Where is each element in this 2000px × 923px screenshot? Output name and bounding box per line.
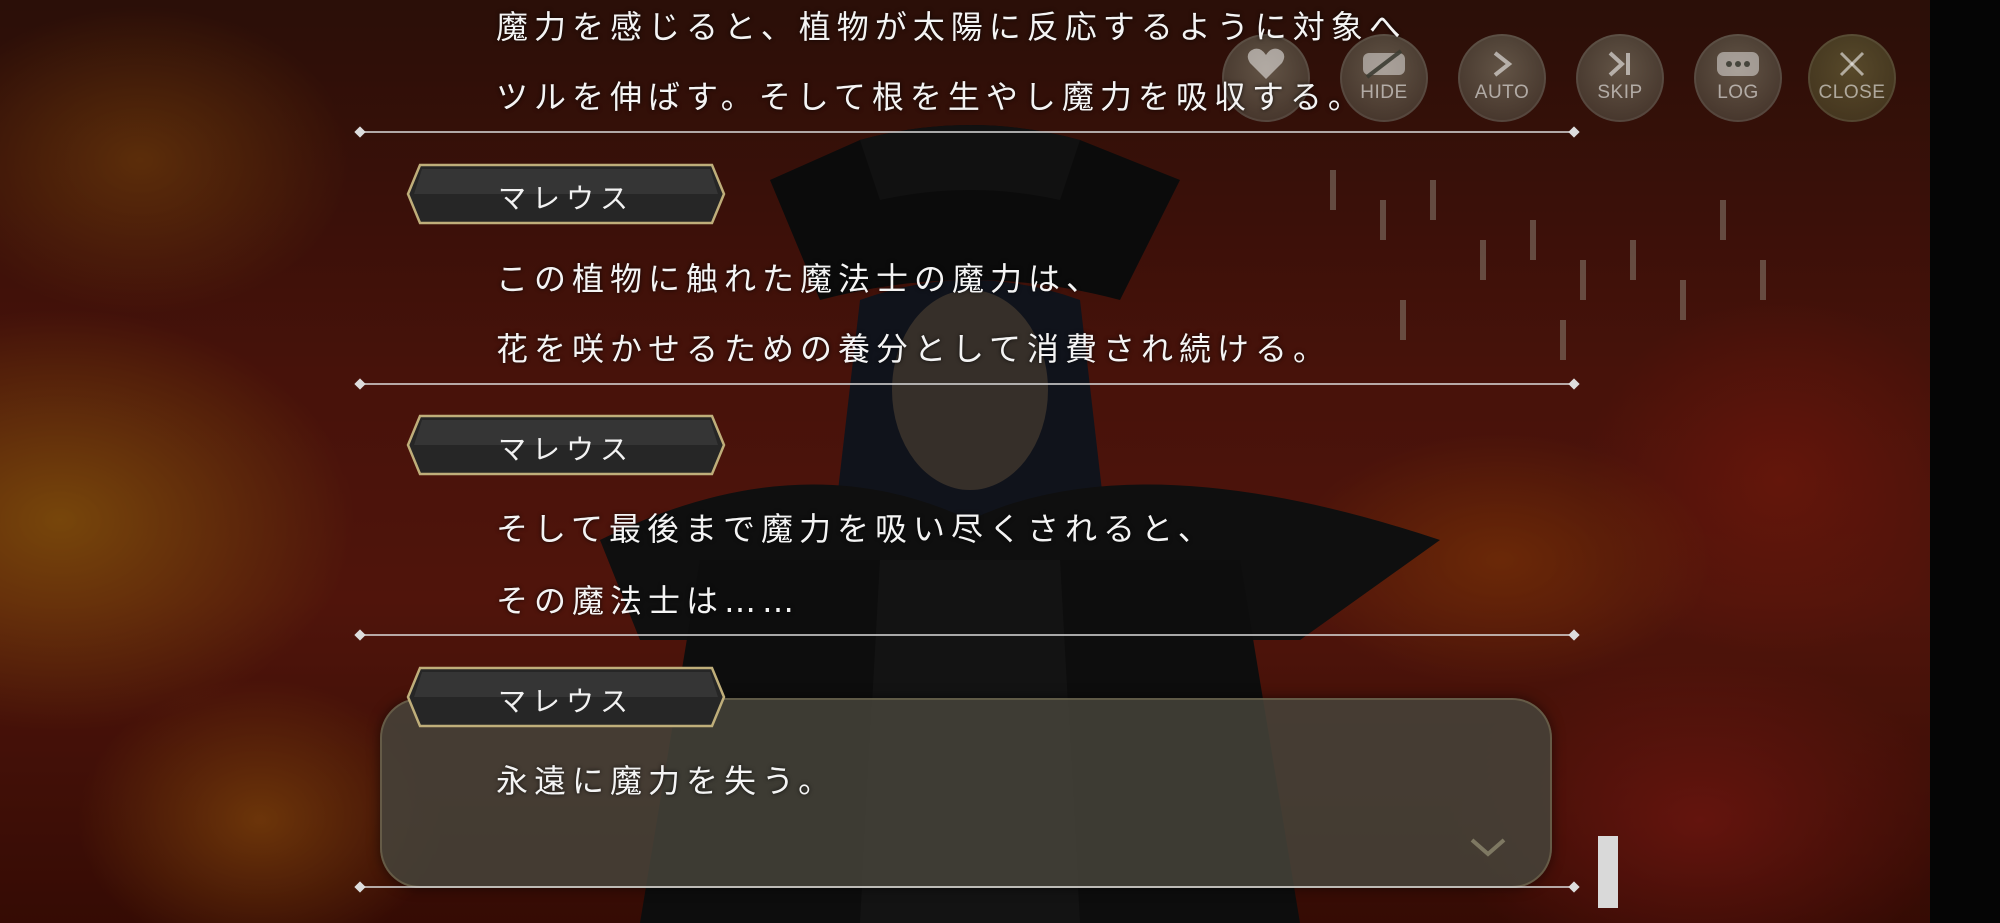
skip-label: SKIP [1597,82,1643,103]
current-message-line: 永遠に魔力を失う。 [496,762,837,800]
log-line: その魔法士は…… [496,582,801,620]
auto-label: AUTO [1474,82,1530,103]
log-separator [360,634,1574,636]
log-line: ツルを伸ばす。そして根を生やし魔力を吸収する。 [496,78,1366,116]
speaker-nameplate: マレウス [406,414,726,476]
skip-button[interactable]: SKIP [1576,34,1664,122]
log-button[interactable]: LOG [1694,34,1782,122]
speaker-nameplate: マレウス [406,163,726,225]
speaker-name: マレウス [498,685,635,718]
log-line: 魔力を感じると、植物が太陽に反応するように対象へ [496,8,1407,46]
log-separator [360,383,1574,385]
log-label: LOG [1717,82,1759,103]
log-bubble-icon [1694,44,1782,84]
skip-icon [1576,44,1664,84]
speaker-nameplate: マレウス [406,666,726,728]
log-line: この植物に触れた魔法士の魔力は、 [496,260,1105,298]
log-separator [360,131,1574,133]
close-button[interactable]: CLOSE [1808,34,1896,122]
close-icon [1808,44,1896,84]
log-line: そして最後まで魔力を吸い尽くされると、 [496,510,1216,548]
log-separator [360,886,1574,888]
speaker-name: マレウス [498,433,635,466]
log-line: 花を咲かせるための養分として消費され続ける。 [496,330,1332,368]
right-letterbox [1930,0,2000,923]
close-label: CLOSE [1818,82,1886,103]
log-scrollbar-thumb[interactable] [1598,836,1618,908]
auto-button[interactable]: AUTO [1458,34,1546,122]
play-arrow-icon [1458,44,1546,84]
speaker-name: マレウス [498,182,635,215]
chevron-down-icon[interactable] [1468,836,1508,860]
